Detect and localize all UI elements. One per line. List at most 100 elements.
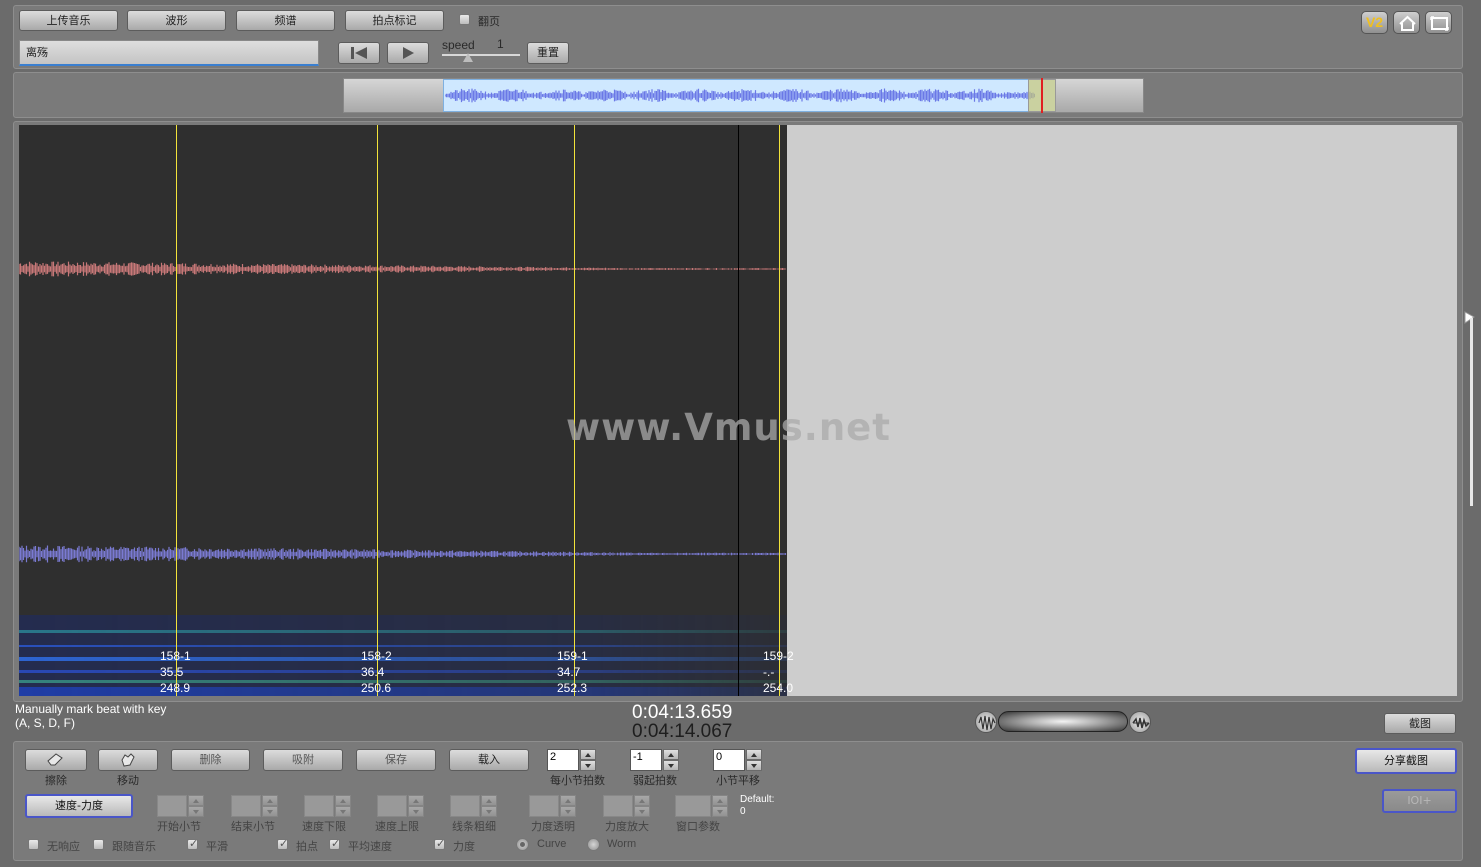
- vertical-scrollbar[interactable]: [1470, 318, 1473, 506]
- dyn-zoom-stepper[interactable]: [634, 795, 650, 817]
- beat-tempo: -.-: [763, 665, 775, 679]
- dyn-zoom-label: 力度放大: [605, 820, 649, 833]
- overview-waveform: [445, 88, 1035, 103]
- pickup-beats-stepper[interactable]: [663, 749, 679, 771]
- beat-label: 158-1: [160, 649, 191, 663]
- tempo-dynamics-button[interactable]: 速度-力度: [25, 794, 133, 818]
- load-button[interactable]: 载入: [449, 749, 529, 771]
- window-param-stepper[interactable]: [712, 795, 728, 817]
- delete-button[interactable]: 删除: [171, 749, 250, 771]
- waveform-upper: [19, 261, 787, 277]
- default-value: 0: [740, 806, 746, 817]
- dyn-opacity-input[interactable]: [529, 795, 559, 817]
- beat-line[interactable]: [176, 125, 177, 696]
- hint-line-2: (A, S, D, F): [15, 716, 75, 730]
- share-screenshot-button[interactable]: 分享截图: [1355, 748, 1457, 774]
- speed-value: 1: [497, 37, 504, 51]
- beat-tempo: 35.5: [160, 665, 184, 679]
- dyn-opacity-label: 力度透明: [531, 820, 575, 833]
- curve-radio[interactable]: [516, 838, 529, 851]
- end-bar-input[interactable]: [231, 795, 261, 817]
- waveform-mode-icon[interactable]: [975, 711, 997, 733]
- save-button[interactable]: 保存: [356, 749, 436, 771]
- upload-music-button[interactable]: 上传音乐: [19, 10, 118, 31]
- worm-radio[interactable]: [587, 838, 600, 851]
- tempo-max-input[interactable]: [377, 795, 407, 817]
- volume-slider[interactable]: [998, 711, 1128, 732]
- avg-tempo-checkbox[interactable]: [329, 837, 340, 850]
- beat-time: 248.9: [160, 681, 191, 695]
- speed-label: speed: [442, 38, 475, 52]
- avg-tempo-label: 平均速度: [348, 840, 392, 853]
- follow-music-label: 跟随音乐: [112, 840, 156, 853]
- bar-offset-label: 小节平移: [716, 774, 760, 787]
- beats-label: 拍点: [296, 840, 318, 853]
- default-label: Default:: [740, 794, 775, 805]
- rewind-button[interactable]: [338, 42, 380, 64]
- speed-slider-track[interactable]: [442, 54, 520, 56]
- total-time: 0:04:14.067: [632, 721, 733, 742]
- erase-tool-button[interactable]: [25, 749, 87, 771]
- window-param-input[interactable]: [675, 795, 711, 817]
- beat-label-group: 159-1 34.7 252.3: [557, 648, 588, 696]
- smooth-label: 平滑: [206, 840, 228, 853]
- smooth-checkbox[interactable]: [187, 837, 198, 850]
- reset-button[interactable]: 重置: [527, 42, 569, 64]
- home-icon: [1399, 15, 1416, 31]
- window-param-label: 窗口参数: [676, 820, 720, 833]
- follow-music-checkbox[interactable]: [93, 839, 104, 850]
- spectrum-mode-icon[interactable]: [1129, 711, 1151, 733]
- beat-label-group: 158-1 35.5 248.9: [160, 648, 191, 696]
- tempo-min-stepper[interactable]: [335, 795, 351, 817]
- beats-per-bar-input[interactable]: 2: [547, 749, 579, 771]
- page-flip-label: 翻页: [478, 15, 500, 28]
- play-button[interactable]: [387, 42, 429, 64]
- v2-badge[interactable]: V2: [1361, 11, 1388, 34]
- beats-per-bar-stepper[interactable]: [580, 749, 596, 771]
- home-button[interactable]: [1393, 11, 1420, 34]
- bar-offset-input[interactable]: 0: [713, 749, 745, 771]
- no-labels-checkbox[interactable]: [28, 839, 39, 850]
- start-bar-input[interactable]: [157, 795, 187, 817]
- beat-marking-button[interactable]: 拍点标记: [345, 10, 444, 31]
- tempo-max-stepper[interactable]: [408, 795, 424, 817]
- beat-time: 250.6: [361, 681, 392, 695]
- start-bar-stepper[interactable]: [188, 795, 204, 817]
- overview-playhead[interactable]: [1041, 78, 1043, 113]
- waveform-lower: [19, 545, 787, 563]
- dynamics-label: 力度: [453, 840, 475, 853]
- dynamics-checkbox[interactable]: [434, 837, 445, 850]
- line-width-input[interactable]: [450, 795, 480, 817]
- worm-label: Worm: [607, 838, 637, 850]
- beat-label: 159-1: [557, 649, 588, 663]
- bar-offset-stepper[interactable]: [746, 749, 762, 771]
- dyn-zoom-input[interactable]: [603, 795, 633, 817]
- move-tool-button[interactable]: [98, 749, 158, 771]
- spectrum-button[interactable]: 频谱: [236, 10, 335, 31]
- screenshot-button[interactable]: 截图: [1384, 713, 1456, 734]
- beats-checkbox[interactable]: [277, 837, 288, 850]
- watermark: www.Vmus.net: [566, 406, 891, 449]
- beat-tempo: 34.7: [557, 665, 581, 679]
- title-value: 离殇: [26, 46, 48, 59]
- tempo-min-input[interactable]: [304, 795, 334, 817]
- v2-label: V2: [1365, 14, 1384, 30]
- dyn-opacity-stepper[interactable]: [560, 795, 576, 817]
- no-labels-label: 无响应: [47, 840, 80, 853]
- title-input[interactable]: 离殇: [19, 40, 319, 66]
- end-bar-stepper[interactable]: [262, 795, 278, 817]
- snap-button[interactable]: 吸附: [263, 749, 343, 771]
- fullscreen-icon: [1430, 16, 1449, 31]
- pickup-beats-input[interactable]: -1: [630, 749, 662, 771]
- line-width-stepper[interactable]: [481, 795, 497, 817]
- beat-time: 252.3: [557, 681, 588, 695]
- fullscreen-button[interactable]: [1425, 11, 1452, 34]
- speed-slider-thumb[interactable]: [463, 53, 473, 62]
- tempo-max-label: 速度上限: [375, 820, 419, 833]
- waveform-button[interactable]: 波形: [127, 10, 226, 31]
- start-bar-label: 开始小节: [157, 820, 201, 833]
- beat-line[interactable]: [377, 125, 378, 696]
- page-flip-checkbox[interactable]: [459, 14, 470, 25]
- beat-label: 159-2: [763, 649, 794, 663]
- ioi-button[interactable]: IOI+: [1382, 789, 1457, 813]
